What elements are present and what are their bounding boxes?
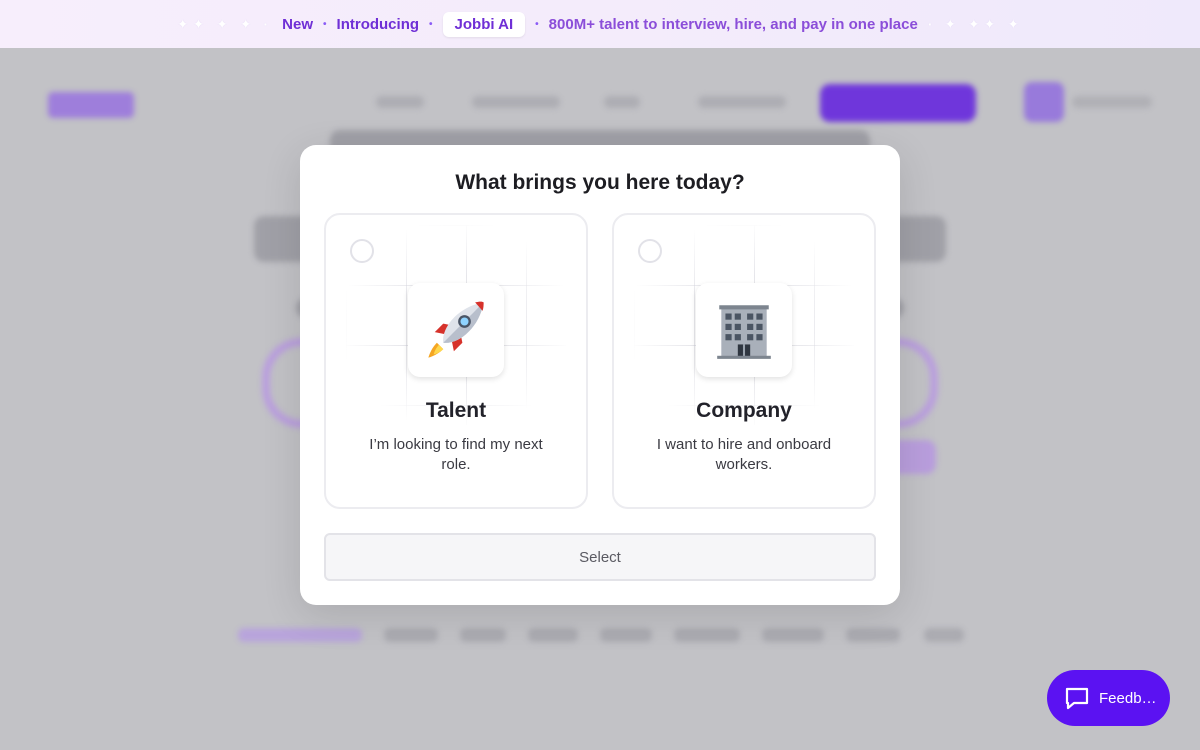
option-description-talent: I’m looking to find my next role. (369, 436, 543, 473)
talent-radio[interactable] (350, 239, 374, 263)
option-description-company: I want to hire and onboard workers. (656, 436, 832, 473)
rocket-icon (408, 283, 504, 377)
banner-tagline: 800M+ talent to interview, hire, and pay… (548, 15, 918, 33)
sparkles-right-icon: · ✦ ✦✦ ✦ (927, 15, 1024, 32)
modal-title: What brings you here today? (455, 171, 745, 194)
office-building-icon (696, 283, 792, 377)
separator-dot-icon: • (429, 18, 433, 30)
separator-dot-icon: • (535, 18, 539, 30)
select-button[interactable]: Select (324, 533, 876, 581)
option-title-company: Company (696, 399, 792, 422)
sparkles-left-icon: ✦✦ ✦ ✦ · (176, 15, 273, 32)
banner-product-pill[interactable]: Jobbi AI (442, 11, 526, 37)
banner-new-label: New (282, 15, 314, 33)
banner-introducing-label: Introducing (336, 15, 420, 33)
feedback-button[interactable]: Feedb… (1047, 670, 1170, 726)
role-selection-modal: What brings you here today? Talent I’m l… (300, 145, 900, 605)
separator-dot-icon: • (323, 18, 327, 30)
chat-bubble-icon (1065, 687, 1089, 710)
option-card-talent[interactable]: Talent I’m looking to find my next role. (324, 213, 588, 509)
option-card-company[interactable]: Company I want to hire and onboard worke… (612, 213, 876, 509)
feedback-label: Feedb… (1099, 689, 1157, 707)
company-radio[interactable] (638, 239, 662, 263)
announcement-banner[interactable]: ✦✦ ✦ ✦ · New • Introducing • Jobbi AI • … (0, 0, 1200, 48)
option-title-talent: Talent (425, 399, 487, 422)
